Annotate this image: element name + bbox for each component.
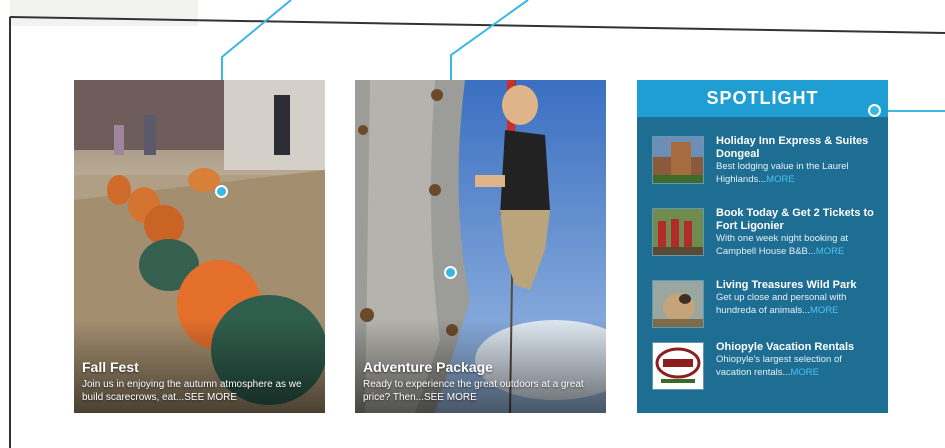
card-description: Ready to experience the great outdoors a… xyxy=(363,379,584,403)
spotlight-item-desc: Get up close and personal with hundreda … xyxy=(716,292,847,316)
hotel-thumbnail xyxy=(652,136,704,184)
annotation-dot xyxy=(868,104,881,117)
spotlight-item-title: Holiday Inn Express & Suites Dongeal xyxy=(716,135,869,160)
more-link[interactable]: MORE xyxy=(766,174,795,185)
ovr-logo-thumbnail xyxy=(652,342,704,390)
fall-fest-card[interactable]: Fall Fest Join us in enjoying the autumn… xyxy=(74,80,325,413)
spotlight-item-title: Ohiopyle Vacation Rentals xyxy=(716,341,855,353)
more-link[interactable]: MORE xyxy=(790,367,819,378)
see-more-link[interactable]: SEE MORE xyxy=(184,392,237,403)
spotlight-item-title: Book Today & Get 2 Tickets to Fort Ligon… xyxy=(716,207,874,232)
more-link[interactable]: MORE xyxy=(810,305,839,316)
card-title: Adventure Package xyxy=(363,359,493,375)
see-more-link[interactable]: SEE MORE xyxy=(424,392,477,403)
annotation-frame: Fall Fest Join us in enjoying the autumn… xyxy=(0,0,945,448)
fort-soldiers-thumbnail xyxy=(652,208,704,256)
camel-thumbnail xyxy=(652,280,704,328)
card-caption: Fall Fest Join us in enjoying the autumn… xyxy=(74,319,325,413)
more-link[interactable]: MORE xyxy=(816,246,845,257)
card-caption: Adventure Package Ready to experience th… xyxy=(355,319,606,413)
spotlight-item-desc: Best lodging value in the Laurel Highlan… xyxy=(716,161,849,185)
card-description: Join us in enjoying the autumn atmospher… xyxy=(82,379,302,403)
annotation-dot xyxy=(444,266,457,279)
spotlight-header: SPOTLIGHT xyxy=(637,80,888,117)
spotlight-item-desc: With one week night booking at Campbell … xyxy=(716,233,849,257)
spotlight-item-desc: Ohiopyle's largest selection of vacation… xyxy=(716,354,842,378)
annotation-dot xyxy=(215,185,228,198)
spotlight-panel: SPOTLIGHT Holiday Inn Express & Suites D… xyxy=(637,80,888,413)
card-title: Fall Fest xyxy=(82,359,139,375)
adventure-package-card[interactable]: Adventure Package Ready to experience th… xyxy=(355,80,606,413)
spotlight-item-title: Living Treasures Wild Park xyxy=(716,279,857,291)
